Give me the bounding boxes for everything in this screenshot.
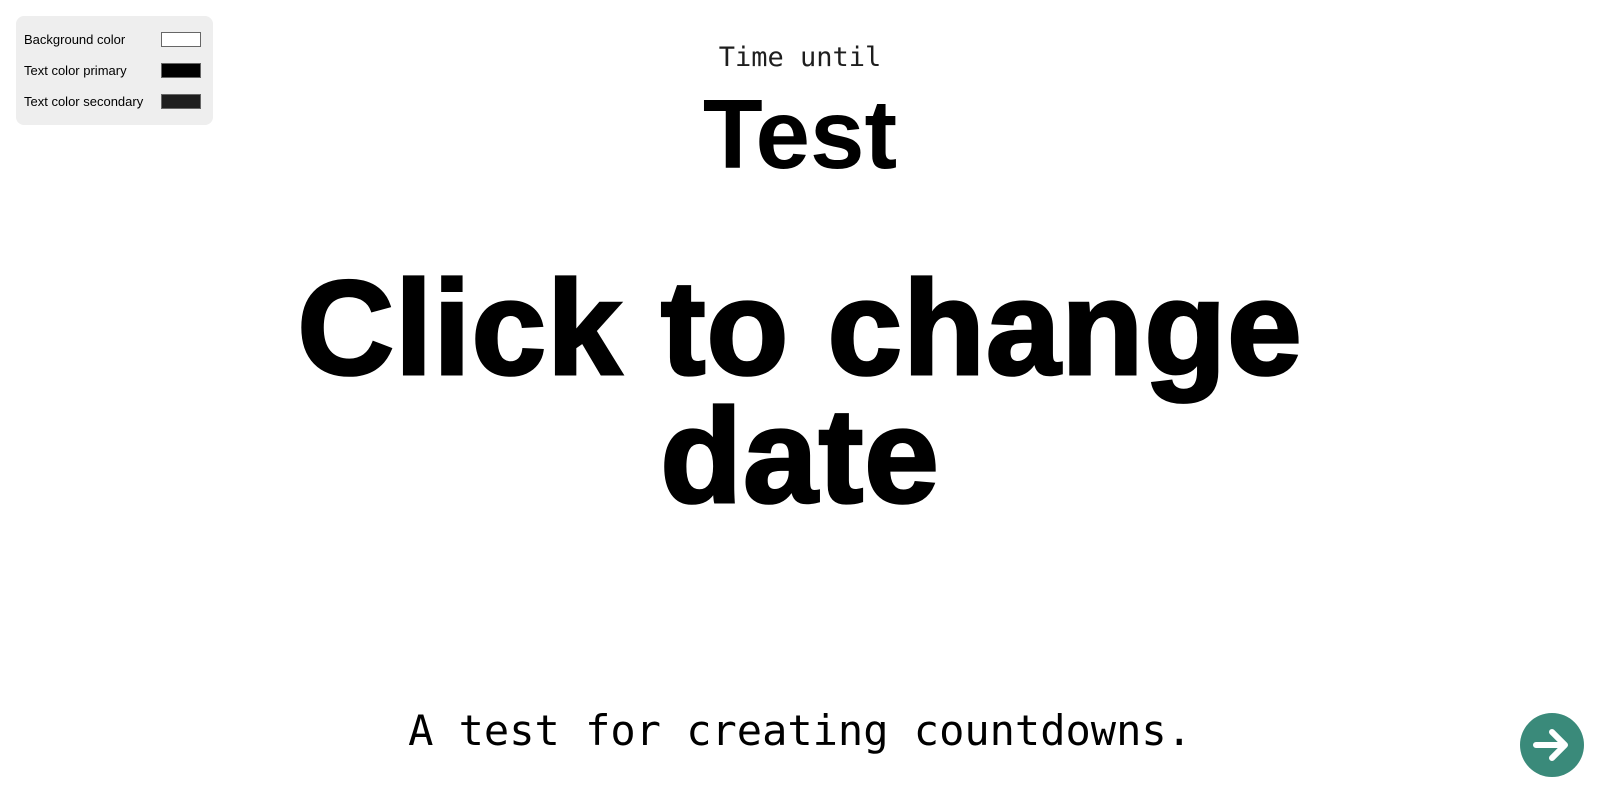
countdown-value[interactable]: Click to change date — [200, 260, 1400, 525]
arrow-right-icon — [1533, 729, 1568, 761]
next-button[interactable] — [1520, 713, 1584, 777]
event-title[interactable]: Test — [0, 80, 1600, 188]
countdown-prefix: Time until — [718, 42, 882, 73]
event-description[interactable]: A test for creating countdowns. — [0, 706, 1600, 756]
